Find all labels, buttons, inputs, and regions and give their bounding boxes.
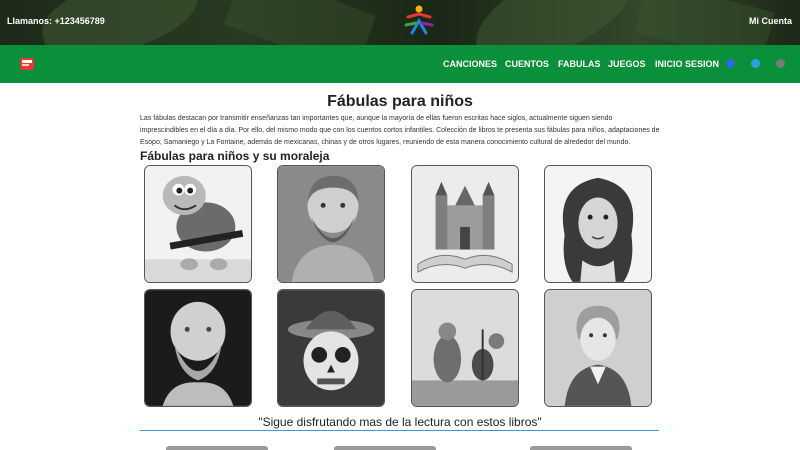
forest-musicians-image [412,290,518,406]
page-title: Fábulas para niños [327,93,473,110]
book-card[interactable] [334,446,436,450]
facebook-icon[interactable] [726,59,735,68]
leaf-decoration [462,0,648,45]
site-logo[interactable] [402,3,436,37]
section-title: Fábulas para niños y su moraleja [140,149,330,163]
top-bar: Llamanos: +123456789 Mi Cuenta [0,0,800,45]
la-fontaine-portrait-image [545,166,651,282]
fable-card-plato[interactable] [144,289,252,407]
instagram-icon[interactable] [776,59,785,68]
fable-card-samaniego[interactable] [544,289,652,407]
fable-card-aesop[interactable] [277,165,385,283]
nav-juegos[interactable]: JUEGOS [608,59,646,69]
divider-line [140,430,659,431]
fable-card-castle[interactable] [411,165,519,283]
nav-cuentos[interactable]: CUENTOS [505,59,549,69]
main-navbar: CANCIONES CUENTOS FABULAS JUEGOS INICIO … [0,45,800,83]
book-icon[interactable] [19,56,35,72]
nav-fabulas[interactable]: FABULAS [558,59,601,69]
plato-bust-image [145,290,251,406]
turtle-cartoon-image [145,166,251,282]
nav-canciones[interactable]: CANCIONES [443,59,497,69]
twitter-icon[interactable] [751,59,760,68]
book-card[interactable] [166,446,268,450]
reading-quote: "Sigue disfrutando mas de la lectura con… [258,415,542,429]
samaniego-portrait-image [545,290,651,406]
leaf-decoration [223,0,377,45]
mexican-sugar-skull-image [278,290,384,406]
fable-card-turtle[interactable] [144,165,252,283]
fable-card-forest-musicians[interactable] [411,289,519,407]
aesop-bust-image [278,166,384,282]
castle-book-image [412,166,518,282]
fable-card-sugar-skull[interactable] [277,289,385,407]
fable-card-la-fontaine[interactable] [544,165,652,283]
intro-paragraph: Las fábulas destacan por transmitir ense… [140,115,660,146]
nav-inicio-sesion[interactable]: INICIO SESION [655,59,719,69]
my-account-link[interactable]: Mi Cuenta [749,16,792,26]
book-card[interactable] [530,446,632,450]
phone-contact: Llamanos: +123456789 [7,16,105,26]
